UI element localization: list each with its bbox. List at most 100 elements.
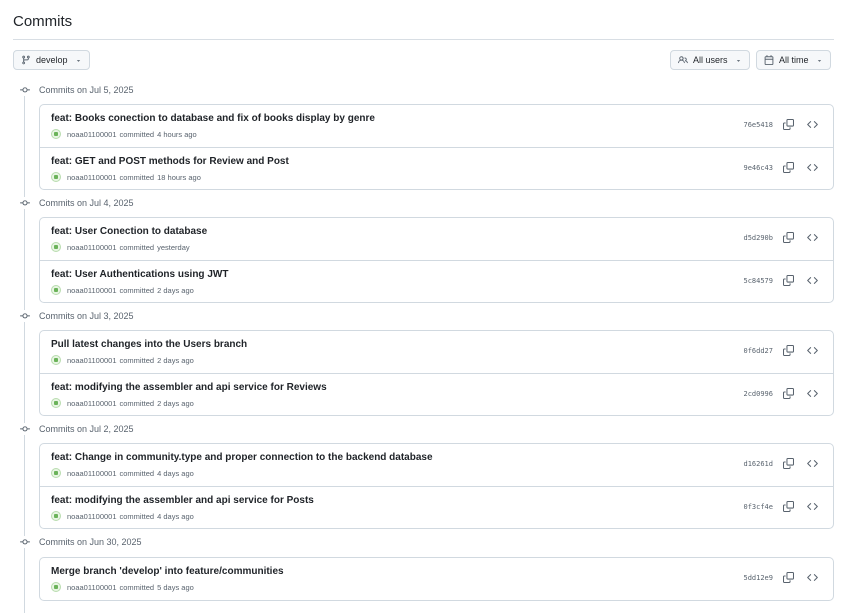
- commit-group-date: Commits on Jul 4, 2025: [39, 198, 134, 208]
- triangle-down-icon: [816, 57, 823, 64]
- triangle-down-icon: [735, 57, 742, 64]
- commit-message-link[interactable]: feat: User Conection to database: [51, 226, 207, 237]
- code-icon: [807, 160, 818, 178]
- commit-author-link[interactable]: noaa01100001: [67, 286, 117, 295]
- commit-sha-link[interactable]: 0f3cf4e: [743, 503, 773, 511]
- copy-icon: [783, 273, 794, 291]
- commit-row: Merge branch 'develop' into feature/comm…: [40, 558, 833, 600]
- commit-message-link[interactable]: feat: GET and POST methods for Review an…: [51, 156, 289, 167]
- copy-sha-button[interactable]: [782, 499, 795, 517]
- code-icon: [807, 499, 818, 517]
- commit-sha-link[interactable]: 5dd12e9: [743, 574, 773, 582]
- browse-repo-button[interactable]: [806, 119, 819, 132]
- triangle-down-icon: [75, 57, 82, 64]
- commit-message-link[interactable]: Merge branch 'develop' into feature/comm…: [51, 566, 284, 577]
- commit-meta: noaa01100001 committed 4 hours ago: [51, 129, 197, 139]
- avatar[interactable]: [51, 355, 61, 365]
- copy-sha-button[interactable]: [782, 386, 795, 404]
- commit-sha-link[interactable]: 76e5418: [743, 121, 773, 129]
- branch-selector-button[interactable]: develop: [13, 50, 90, 70]
- avatar[interactable]: [51, 398, 61, 408]
- avatar[interactable]: [51, 511, 61, 521]
- commit-meta: noaa01100001 committed 4 days ago: [51, 511, 194, 521]
- commit-row: feat: User Conection to database noaa011…: [40, 218, 833, 260]
- browse-repo-button[interactable]: [806, 501, 819, 514]
- commit-message-link[interactable]: Pull latest changes into the Users branc…: [51, 339, 247, 350]
- copy-icon: [783, 160, 794, 178]
- copy-icon: [783, 117, 794, 135]
- commit-group-header: Commits on Jul 4, 2025: [18, 197, 134, 209]
- time-filter-button[interactable]: All time: [756, 50, 831, 70]
- commit-sha-link[interactable]: 0f6dd27: [743, 347, 773, 355]
- commit-author-link[interactable]: noaa01100001: [67, 173, 117, 182]
- commit-author-link[interactable]: noaa01100001: [67, 130, 117, 139]
- browse-repo-button[interactable]: [806, 275, 819, 288]
- browse-repo-button[interactable]: [806, 162, 819, 175]
- commit-author-link[interactable]: noaa01100001: [67, 243, 117, 252]
- commit-action: committed: [119, 172, 155, 182]
- commit-list: feat: User Conection to database noaa011…: [39, 217, 834, 303]
- commit-author-link[interactable]: noaa01100001: [67, 356, 117, 365]
- copy-sha-button[interactable]: [782, 571, 795, 585]
- page-title: Commits: [13, 13, 73, 30]
- copy-sha-button[interactable]: [782, 343, 795, 361]
- commit-author-link[interactable]: noaa01100001: [67, 583, 117, 592]
- browse-repo-button[interactable]: [806, 458, 819, 471]
- avatar[interactable]: [51, 285, 61, 295]
- copy-icon: [783, 230, 794, 248]
- commit-group-date: Commits on Jul 3, 2025: [39, 311, 134, 321]
- commit-sha-link[interactable]: 5c84579: [743, 277, 773, 285]
- commit-author-link[interactable]: noaa01100001: [67, 512, 117, 521]
- commit-row: feat: modifying the assembler and api se…: [40, 486, 833, 528]
- copy-sha-button[interactable]: [782, 457, 795, 471]
- commit-time: 2 days ago: [157, 355, 194, 365]
- commit-time: 5 days ago: [157, 582, 194, 592]
- commit-row: feat: GET and POST methods for Review an…: [40, 147, 833, 189]
- commit-list: Merge branch 'develop' into feature/comm…: [39, 557, 834, 601]
- title-divider: [13, 39, 834, 40]
- commit-message-link[interactable]: feat: modifying the assembler and api se…: [51, 382, 327, 393]
- git-branch-icon: [21, 55, 31, 65]
- commit-author-link[interactable]: noaa01100001: [67, 399, 117, 408]
- commit-group-date: Commits on Jul 5, 2025: [39, 85, 134, 95]
- copy-sha-button[interactable]: [782, 160, 795, 178]
- commit-message-link[interactable]: feat: User Authentications using JWT: [51, 269, 228, 280]
- commit-message-link[interactable]: feat: Change in community.type and prope…: [51, 452, 433, 463]
- commit-action: committed: [119, 398, 155, 408]
- commit-group-header: Commits on Jun 30, 2025: [18, 536, 142, 548]
- git-commit-icon: [18, 310, 32, 322]
- browse-repo-button[interactable]: [806, 345, 819, 358]
- commit-sha-link[interactable]: d5d290b: [743, 234, 773, 242]
- commit-action: committed: [119, 242, 155, 252]
- commit-time: 18 hours ago: [157, 172, 201, 182]
- avatar[interactable]: [51, 582, 61, 592]
- users-filter-button[interactable]: All users: [670, 50, 750, 70]
- commit-message-link[interactable]: feat: Books conection to database and fi…: [51, 113, 375, 124]
- commit-sha-link[interactable]: 9e46c43: [743, 164, 773, 172]
- copy-sha-button[interactable]: [782, 117, 795, 135]
- copy-sha-button[interactable]: [782, 230, 795, 248]
- avatar[interactable]: [51, 172, 61, 182]
- copy-icon: [783, 343, 794, 361]
- commit-meta: noaa01100001 committed 2 days ago: [51, 285, 194, 295]
- avatar[interactable]: [51, 129, 61, 139]
- browse-repo-button[interactable]: [806, 388, 819, 401]
- commit-action: committed: [119, 355, 155, 365]
- commit-message-link[interactable]: feat: modifying the assembler and api se…: [51, 495, 314, 506]
- git-commit-icon: [18, 84, 32, 96]
- copy-icon: [783, 386, 794, 404]
- commit-author-link[interactable]: noaa01100001: [67, 469, 117, 478]
- commit-sha-link[interactable]: d16261d: [743, 460, 773, 468]
- commit-row: Pull latest changes into the Users branc…: [40, 331, 833, 373]
- commit-sha-link[interactable]: 2cd0996: [743, 390, 773, 398]
- avatar[interactable]: [51, 242, 61, 252]
- browse-repo-button[interactable]: [806, 572, 819, 585]
- git-commit-icon: [18, 536, 32, 548]
- commit-time: yesterday: [157, 242, 190, 252]
- avatar[interactable]: [51, 468, 61, 478]
- copy-icon: [783, 499, 794, 517]
- copy-sha-button[interactable]: [782, 273, 795, 291]
- users-filter-label: All users: [693, 55, 728, 65]
- browse-repo-button[interactable]: [806, 232, 819, 245]
- time-filter-label: All time: [779, 55, 809, 65]
